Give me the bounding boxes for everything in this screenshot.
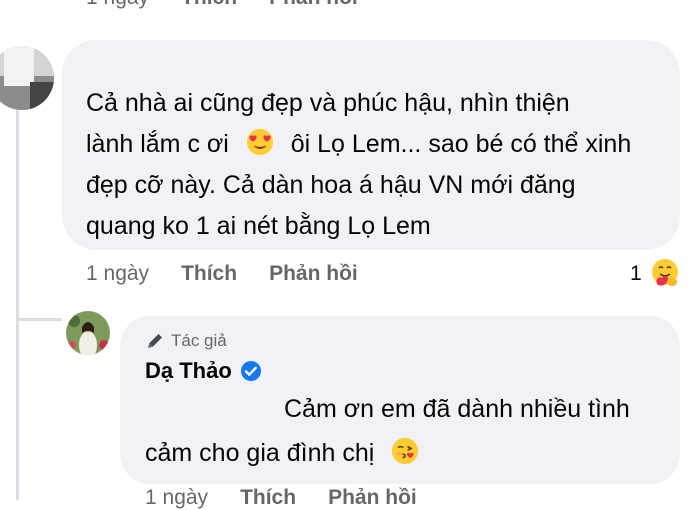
avatar-image [66, 311, 110, 355]
like-button[interactable]: Thích [240, 486, 296, 510]
reply-button[interactable]: Phản hồi [269, 262, 358, 286]
comment-line: quang ko 1 ai nét bằng Lọ Lem [86, 212, 431, 240]
reply-line: cảm cho gia đình chị [145, 439, 375, 467]
reply-text: Cảm ơn em đã dành nhiều tình [284, 388, 630, 430]
author-avatar[interactable] [66, 311, 110, 355]
like-button[interactable]: Thích [181, 262, 237, 286]
pen-icon [148, 334, 162, 348]
reply-button[interactable]: Phản hồi [269, 0, 358, 10]
comment-line: đẹp cỡ này. Cả dàn hoa á hậu VN mới đăng [86, 171, 576, 199]
reply-line: Cảm ơn em đã dành nhiều tình [284, 395, 630, 423]
reaction-summary[interactable]: 1 [630, 256, 690, 292]
commenter-avatar[interactable] [0, 46, 54, 110]
avatar-image [0, 46, 54, 110]
heart-eyes-emoji [246, 128, 273, 156]
author-badge-label: Tác giả [171, 331, 227, 350]
top-comment-actions: 1 ngày Thích Phản hồi [86, 0, 358, 10]
thread-connector [16, 318, 62, 321]
thread-line [16, 110, 19, 500]
comment-text: Cả nhà ai cũng đẹp và phúc hậu, nhìn thi… [86, 83, 631, 247]
comment-timestamp[interactable]: 1 ngày [86, 262, 149, 286]
reply-actions: 1 ngày Thích Phản hồi [145, 486, 417, 510]
kiss-emoji [392, 437, 419, 465]
reply-text-line-2: cảm cho gia đình chị [145, 432, 419, 474]
comment-line: Cả nhà ai cũng đẹp và phúc hậu, nhìn thi… [86, 89, 570, 117]
comment-actions: 1 ngày Thích Phản hồi [86, 262, 358, 286]
comment-line-with-emoji: lành lắm c ơi ôi Lọ Lem... sao bé có thể… [86, 128, 632, 158]
reaction-count: 1 [630, 262, 642, 285]
reply-button[interactable]: Phản hồi [328, 486, 417, 510]
comment-timestamp[interactable]: 1 ngày [86, 0, 149, 10]
verified-check-icon [240, 361, 261, 381]
author-badge: Tác giả [145, 331, 227, 351]
author-line: Dạ Thảo [145, 358, 262, 384]
like-button[interactable]: Thích [181, 0, 237, 10]
reply-timestamp[interactable]: 1 ngày [145, 486, 208, 510]
author-name[interactable]: Dạ Thảo [145, 358, 232, 384]
hug-emoji [650, 258, 680, 288]
